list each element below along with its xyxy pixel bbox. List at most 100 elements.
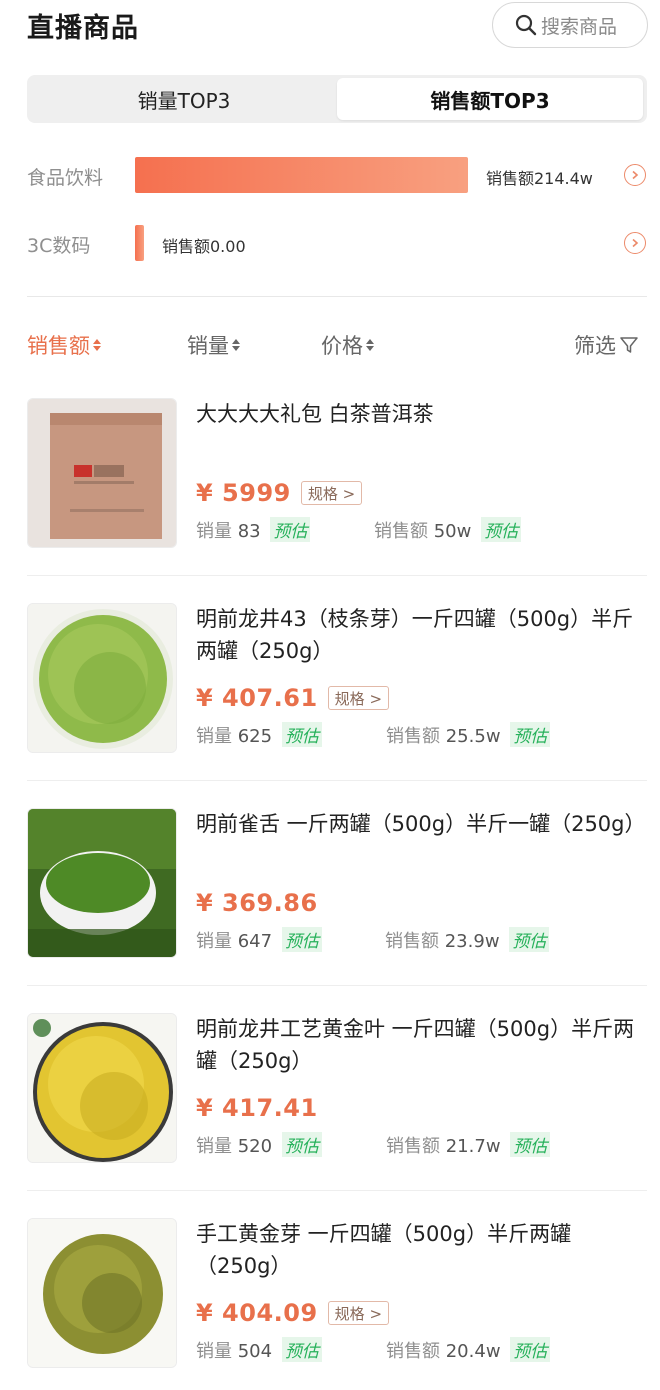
- volume-stat: 销量 647 预估: [196, 927, 322, 953]
- amount-value: 23.9w: [444, 931, 500, 952]
- tab-sales-amount-top3[interactable]: 销售额TOP3: [337, 78, 643, 120]
- estimate-badge: 预估: [481, 517, 522, 542]
- volume-value: 625: [237, 726, 273, 747]
- product-name: 大大大大礼包 白茶普洱茶: [196, 402, 434, 426]
- amount-stat: 销售额 25.5w 预估: [386, 722, 551, 748]
- filter-icon: [620, 337, 638, 353]
- estimate-badge: 预估: [281, 1132, 322, 1157]
- product-name: 明前龙井工艺黄金叶 一斤四罐（500g）半斤两罐（250g）: [196, 1017, 635, 1073]
- price-row: ¥ 369.86: [196, 888, 318, 918]
- stat-label: 销售额: [386, 1341, 440, 1362]
- chevron-right-icon[interactable]: [624, 232, 646, 254]
- category-row[interactable]: 3C数码 销售额0.00: [0, 224, 660, 264]
- product-name: 明前雀舌 一斤两罐（500g）半斤一罐（250g）: [196, 812, 646, 836]
- product-item[interactable]: 明前龙井43（枝条芽）一斤四罐（500g）半斤两罐（250g） ¥ 407.61…: [0, 603, 660, 808]
- product-item[interactable]: 明前雀舌 一斤两罐（500g）半斤一罐（250g） ¥ 369.86 销量 64…: [0, 808, 660, 1013]
- filter-label: 筛选: [574, 334, 616, 358]
- amount-stat: 销售额 50w 预估: [374, 517, 522, 543]
- product-image[interactable]: [27, 808, 177, 958]
- stat-label: 销售额: [374, 521, 428, 542]
- filter-button[interactable]: 筛选: [574, 330, 639, 360]
- divider: [27, 296, 647, 297]
- sort-label: 销售额: [27, 334, 90, 358]
- sort-label: 价格: [321, 334, 363, 358]
- category-sales-bar: [135, 225, 144, 261]
- sort-arrows-icon: [366, 339, 374, 351]
- volume-stat: 销量 520 预估: [196, 1132, 322, 1158]
- volume-value: 520: [237, 1136, 273, 1157]
- estimate-badge: 预估: [510, 722, 551, 747]
- estimate-badge: 预估: [281, 722, 322, 747]
- stat-label: 销量: [196, 1341, 232, 1362]
- tab-sales-volume-top3[interactable]: 销量TOP3: [31, 78, 337, 120]
- product-image[interactable]: [27, 1013, 177, 1163]
- price-row: ¥ 5999 规格 >: [196, 478, 363, 508]
- price-row: ¥ 417.41: [196, 1093, 318, 1123]
- category-sales-bar: [135, 157, 468, 193]
- spec-button[interactable]: 规格 >: [327, 1301, 390, 1325]
- sort-arrows-icon: [93, 339, 101, 351]
- amount-value: 20.4w: [445, 1341, 501, 1362]
- estimate-badge: 预估: [510, 1132, 551, 1157]
- product-image[interactable]: [27, 603, 177, 753]
- product-price: ¥ 5999: [196, 479, 291, 507]
- divider: [27, 985, 647, 986]
- stat-label: 销售额: [385, 931, 439, 952]
- search-icon: [515, 14, 537, 36]
- spec-button[interactable]: 规格 >: [300, 481, 363, 505]
- sort-bar: 销售额 销量 价格 筛选: [0, 330, 660, 364]
- stat-label: 销量: [196, 1136, 232, 1157]
- sort-by-sales-amount[interactable]: 销售额: [27, 330, 101, 360]
- amount-value: 21.7w: [445, 1136, 501, 1157]
- category-sales-value: 销售额0.00: [162, 237, 246, 256]
- product-item[interactable]: 大大大大礼包 白茶普洱茶 ¥ 5999 规格 > 销量 83 预估 销售额 50…: [0, 398, 660, 603]
- divider: [27, 780, 647, 781]
- stat-label: 销售额: [386, 726, 440, 747]
- volume-value: 504: [237, 1341, 273, 1362]
- sort-arrows-icon: [232, 339, 240, 351]
- category-row[interactable]: 食品饮料 销售额214.4w: [0, 156, 660, 196]
- product-image[interactable]: [27, 1218, 177, 1368]
- estimate-badge: 预估: [281, 927, 322, 952]
- sort-by-price[interactable]: 价格: [321, 330, 374, 360]
- volume-stat: 销量 83 预估: [196, 517, 311, 543]
- amount-stat: 销售额 23.9w 预估: [385, 927, 550, 953]
- product-price: ¥ 404.09: [196, 1299, 318, 1327]
- product-price: ¥ 407.61: [196, 684, 318, 712]
- estimate-badge: 预估: [281, 1337, 322, 1362]
- product-stats: 销量 520 预估 销售额 21.7w 预估: [196, 1130, 646, 1158]
- product-stats: 销量 83 预估 销售额 50w 预估: [196, 515, 646, 543]
- amount-value: 50w: [433, 521, 472, 542]
- divider: [27, 1190, 647, 1191]
- stat-label: 销量: [196, 726, 232, 747]
- product-item[interactable]: 明前龙井工艺黄金叶 一斤四罐（500g）半斤两罐（250g） ¥ 417.41 …: [0, 1013, 660, 1218]
- divider: [27, 575, 647, 576]
- amount-stat: 销售额 20.4w 预估: [386, 1337, 551, 1363]
- sort-by-sales-volume[interactable]: 销量: [187, 330, 240, 360]
- price-row: ¥ 404.09 规格 >: [196, 1298, 390, 1328]
- estimate-badge: 预估: [270, 517, 311, 542]
- spec-button[interactable]: 规格 >: [327, 686, 390, 710]
- estimate-badge: 预估: [510, 1337, 551, 1362]
- product-item[interactable]: 手工黄金芽 一斤四罐（500g）半斤两罐（250g） ¥ 404.09 规格 >…: [0, 1218, 660, 1390]
- chevron-right-icon[interactable]: [624, 164, 646, 186]
- amount-value: 25.5w: [445, 726, 501, 747]
- product-name: 手工黄金芽 一斤四罐（500g）半斤两罐（250g）: [196, 1222, 572, 1278]
- product-stats: 销量 647 预估 销售额 23.9w 预估: [196, 925, 646, 953]
- ranking-tabs: 销量TOP3 销售额TOP3: [27, 75, 647, 123]
- product-stats: 销量 504 预估 销售额 20.4w 预估: [196, 1335, 646, 1363]
- category-sales-value: 销售额214.4w: [486, 169, 593, 188]
- amount-stat: 销售额 21.7w 预估: [386, 1132, 551, 1158]
- product-price: ¥ 417.41: [196, 1094, 318, 1122]
- product-name: 明前龙井43（枝条芽）一斤四罐（500g）半斤两罐（250g）: [196, 607, 634, 663]
- search-button-label: 搜索商品: [541, 15, 618, 38]
- volume-value: 647: [237, 931, 273, 952]
- category-label: 3C数码: [27, 235, 91, 257]
- product-stats: 销量 625 预估 销售额 25.5w 预估: [196, 720, 646, 748]
- stat-label: 销售额: [386, 1136, 440, 1157]
- product-image[interactable]: [27, 398, 177, 548]
- search-button[interactable]: 搜索商品: [492, 2, 648, 48]
- volume-value: 83: [237, 521, 261, 542]
- volume-stat: 销量 625 预估: [196, 722, 322, 748]
- category-label: 食品饮料: [27, 167, 104, 189]
